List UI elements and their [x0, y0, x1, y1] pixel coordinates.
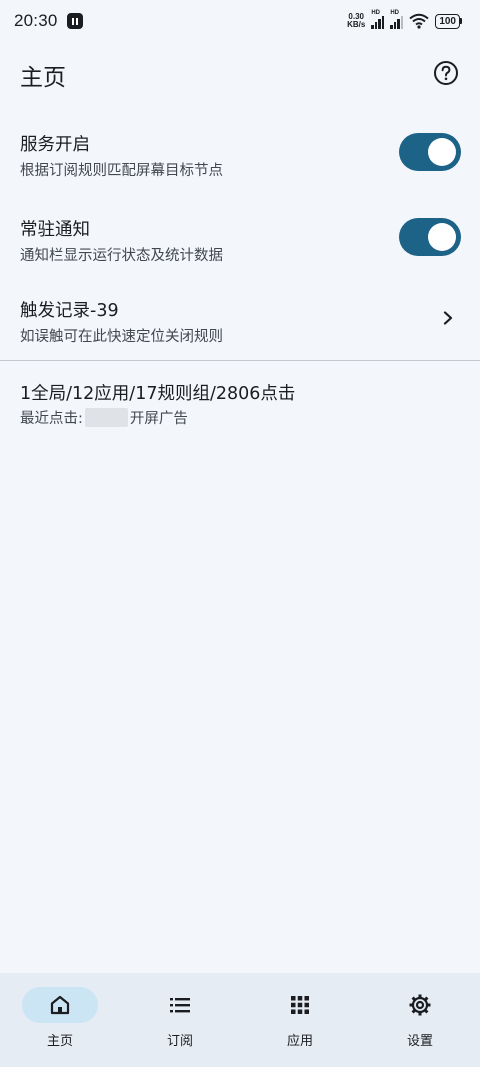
nav-subscriptions-label: 订阅	[166, 1034, 193, 1049]
service-setting-row[interactable]: 服务开启 根据订阅规则匹配屏幕目标节点	[0, 131, 480, 181]
nav-home-label: 主页	[46, 1034, 73, 1049]
battery-level: 100	[435, 13, 460, 29]
nav-apps-label: 应用	[286, 1034, 313, 1049]
signal-2-hd: HD	[390, 10, 399, 16]
last-click-label: 最近点击:	[20, 411, 83, 427]
status-bar: 20:30 0.30 KB/s HD HD 100	[0, 0, 480, 42]
notification-title: 常驻通知	[20, 220, 90, 240]
list-icon	[170, 998, 190, 1013]
signal-1-hd: HD	[371, 10, 380, 16]
media-pause-icon	[66, 13, 83, 29]
toggle-knob	[428, 138, 456, 166]
trigger-log-row[interactable]: 触发记录-39 如误触可在此快速定位关闭规则	[0, 297, 480, 347]
section-divider	[0, 360, 480, 361]
notification-subtitle: 通知栏显示运行状态及统计数据	[20, 248, 223, 264]
nav-home[interactable]: 主页	[0, 973, 120, 1067]
nav-subscriptions[interactable]: 订阅	[120, 973, 240, 1067]
last-click-rule: 开屏广告	[129, 411, 188, 427]
last-click: 最近点击: 开屏广告	[20, 407, 188, 428]
status-right: 0.30 KB/s HD HD 100	[347, 10, 462, 29]
chevron-right-icon	[443, 311, 453, 325]
nav-settings-label: 设置	[406, 1034, 433, 1049]
nav-settings[interactable]: 设置	[360, 973, 480, 1067]
status-time: 20:30	[14, 11, 58, 30]
signal-2-icon: HD	[390, 10, 404, 29]
service-title: 服务开启	[20, 135, 90, 155]
apps-grid-icon	[291, 996, 309, 1014]
service-subtitle: 根据订阅规则匹配屏幕目标节点	[20, 163, 223, 179]
network-speed-unit: KB/s	[347, 20, 366, 29]
notification-toggle[interactable]	[399, 218, 461, 256]
service-toggle[interactable]	[399, 133, 461, 171]
signal-1-icon: HD	[371, 10, 385, 29]
trigger-log-subtitle: 如误触可在此快速定位关闭规则	[20, 329, 223, 345]
redacted-app-name	[84, 408, 128, 427]
trigger-log-title: 触发记录-39	[20, 301, 119, 321]
top-app-bar: 主页	[0, 48, 480, 100]
battery-icon: 100	[435, 13, 462, 29]
help-circle-icon[interactable]	[433, 60, 459, 86]
network-speed: 0.30 KB/s	[347, 13, 365, 29]
nav-apps[interactable]: 应用	[240, 973, 360, 1067]
gear-icon	[409, 994, 431, 1016]
toggle-knob	[428, 223, 456, 251]
notification-setting-row[interactable]: 常驻通知 通知栏显示运行状态及统计数据	[0, 216, 480, 266]
wifi-icon	[409, 13, 429, 29]
stats-summary: 1全局/12应用/17规则组/2806点击	[20, 384, 296, 404]
page-title: 主页	[20, 65, 66, 91]
home-icon	[50, 995, 70, 1015]
status-left: 20:30	[14, 11, 83, 31]
bottom-navigation: 主页 订阅 应用 设置	[0, 973, 480, 1067]
